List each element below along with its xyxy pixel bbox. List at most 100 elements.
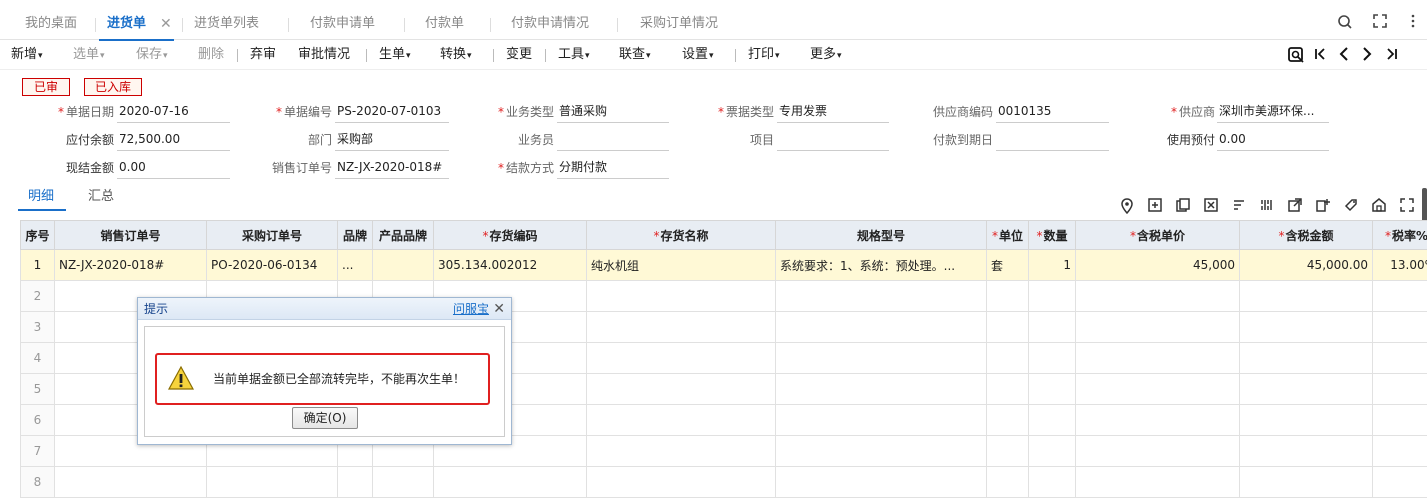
last-record-icon[interactable]	[1384, 46, 1398, 64]
grid-cell[interactable]	[775, 373, 987, 405]
grid-cell[interactable]	[986, 311, 1029, 343]
dept-field[interactable]: 采购部	[335, 129, 449, 151]
tab-payment[interactable]: 付款单	[425, 8, 464, 40]
doc-no-field[interactable]: PS-2020-07-0103	[335, 101, 449, 123]
grid-cell[interactable]	[986, 466, 1029, 498]
grid-cell[interactable]	[1075, 280, 1240, 312]
first-record-icon[interactable]	[1314, 46, 1328, 64]
tab-purchase-receipt[interactable]: 进货单	[98, 8, 175, 41]
column-header[interactable]: 税率%	[1372, 220, 1427, 250]
tab-detail[interactable]: 明细	[28, 187, 54, 207]
invoice-type-field[interactable]: 专用发票	[777, 101, 889, 123]
sales-order-cell[interactable]: NZ-JX-2020-018#	[54, 249, 207, 281]
column-header[interactable]: 单位	[986, 220, 1029, 250]
grid-cell[interactable]	[1028, 342, 1076, 374]
biz-type-field[interactable]: 普通采购	[557, 101, 669, 123]
grid-cell[interactable]	[1075, 311, 1240, 343]
inventory-code-cell[interactable]: 305.134.002012	[433, 249, 587, 281]
grid-cell[interactable]	[775, 311, 987, 343]
grid-cell[interactable]	[986, 373, 1029, 405]
grid-cell[interactable]	[775, 435, 987, 467]
convert-button[interactable]: 转换▾	[440, 40, 472, 70]
grid-cell[interactable]	[775, 404, 987, 436]
change-button[interactable]: 变更	[506, 40, 532, 70]
next-record-icon[interactable]	[1361, 46, 1373, 64]
tab-po-status[interactable]: 采购订单情况	[640, 8, 718, 40]
grid-cell[interactable]	[1028, 435, 1076, 467]
grid-cell[interactable]	[1075, 404, 1240, 436]
grid-cell[interactable]	[1372, 435, 1427, 467]
grid-cell[interactable]	[1239, 280, 1373, 312]
grid-cell[interactable]	[775, 466, 987, 498]
delete-row-icon[interactable]	[1203, 198, 1219, 214]
grid-cell[interactable]	[1372, 342, 1427, 374]
grid-cell[interactable]	[433, 466, 587, 498]
grid-cell[interactable]	[1028, 373, 1076, 405]
abandon-audit-button[interactable]: 弃审	[250, 40, 276, 70]
product-brand-cell[interactable]	[372, 249, 434, 281]
grid-cell[interactable]	[337, 466, 373, 498]
ok-button[interactable]: 确定(O)	[292, 407, 358, 429]
location-pin-icon[interactable]	[1119, 198, 1135, 215]
print-button[interactable]: 打印▾	[748, 40, 780, 70]
grid-cell[interactable]	[1028, 311, 1076, 343]
spec-cell[interactable]: 系统要求：1、系统：预处理。...	[775, 249, 987, 281]
salesman-field[interactable]	[557, 129, 669, 151]
column-header[interactable]: 存货名称	[586, 220, 776, 250]
grid-cell[interactable]	[986, 280, 1029, 312]
sales-order-field[interactable]: NZ-JX-2020-018#	[335, 157, 449, 179]
column-header[interactable]: 规格型号	[775, 220, 987, 250]
more-icon[interactable]	[1404, 14, 1422, 32]
barcode-icon[interactable]	[1259, 198, 1275, 214]
grid-cell[interactable]	[1239, 466, 1373, 498]
po-cell[interactable]: PO-2020-06-0134	[206, 249, 338, 281]
tax-rate-cell[interactable]: 13.00%	[1372, 249, 1427, 281]
grid-cell[interactable]	[586, 280, 776, 312]
fullscreen-icon[interactable]	[1371, 14, 1389, 32]
grid-cell[interactable]	[1372, 404, 1427, 436]
supplier-field[interactable]: 深圳市美源环保...	[1217, 101, 1329, 123]
grid-cell[interactable]	[206, 466, 338, 498]
grid-cell[interactable]	[1239, 373, 1373, 405]
query-button[interactable]: 联查▾	[619, 40, 651, 70]
grid-cell[interactable]	[1028, 404, 1076, 436]
grid-cell[interactable]	[586, 435, 776, 467]
grid-cell[interactable]	[775, 280, 987, 312]
brand-cell[interactable]: ...	[337, 249, 373, 281]
grid-cell[interactable]	[586, 373, 776, 405]
grid-cell[interactable]	[586, 311, 776, 343]
column-header[interactable]: 序号	[20, 220, 55, 250]
column-header[interactable]: 销售订单号	[54, 220, 207, 250]
grid-cell[interactable]	[986, 404, 1029, 436]
locate-icon[interactable]	[1287, 46, 1305, 64]
grid-cell[interactable]	[1239, 311, 1373, 343]
tab-payment-request[interactable]: 付款申请单	[310, 8, 375, 40]
column-header[interactable]: 数量	[1028, 220, 1076, 250]
column-header[interactable]: 采购订单号	[206, 220, 338, 250]
table-row[interactable]: 1 NZ-JX-2020-018# PO-2020-06-0134 ... 30…	[20, 249, 1427, 281]
grid-cell[interactable]	[1372, 373, 1427, 405]
cash-field[interactable]: 0.00	[117, 157, 230, 179]
column-header[interactable]: 含税金额	[1239, 220, 1373, 250]
add-row-icon[interactable]	[1147, 198, 1163, 214]
grid-cell[interactable]	[1028, 280, 1076, 312]
grid-cell[interactable]	[986, 342, 1029, 374]
grid-cell[interactable]	[1372, 311, 1427, 343]
tools-button[interactable]: 工具▾	[558, 40, 590, 70]
grid-cell[interactable]	[54, 466, 207, 498]
more-button[interactable]: 更多▾	[810, 40, 842, 70]
approval-status-button[interactable]: 审批情况	[298, 40, 350, 70]
copy-row-icon[interactable]	[1175, 198, 1191, 214]
tab-summary[interactable]: 汇总	[88, 187, 114, 207]
warehouse-icon[interactable]	[1371, 198, 1387, 214]
qty-cell[interactable]: 1	[1028, 249, 1076, 281]
prev-record-icon[interactable]	[1338, 46, 1350, 64]
due-date-field[interactable]	[996, 129, 1109, 151]
tag-icon[interactable]	[1343, 198, 1359, 214]
export-icon[interactable]	[1287, 198, 1303, 214]
add-button[interactable]: 新增▾	[11, 40, 43, 70]
grid-cell[interactable]	[586, 466, 776, 498]
close-icon[interactable]: ✕	[160, 8, 172, 40]
price-cell[interactable]: 45,000	[1075, 249, 1240, 281]
column-header[interactable]: 存货编码	[433, 220, 587, 250]
